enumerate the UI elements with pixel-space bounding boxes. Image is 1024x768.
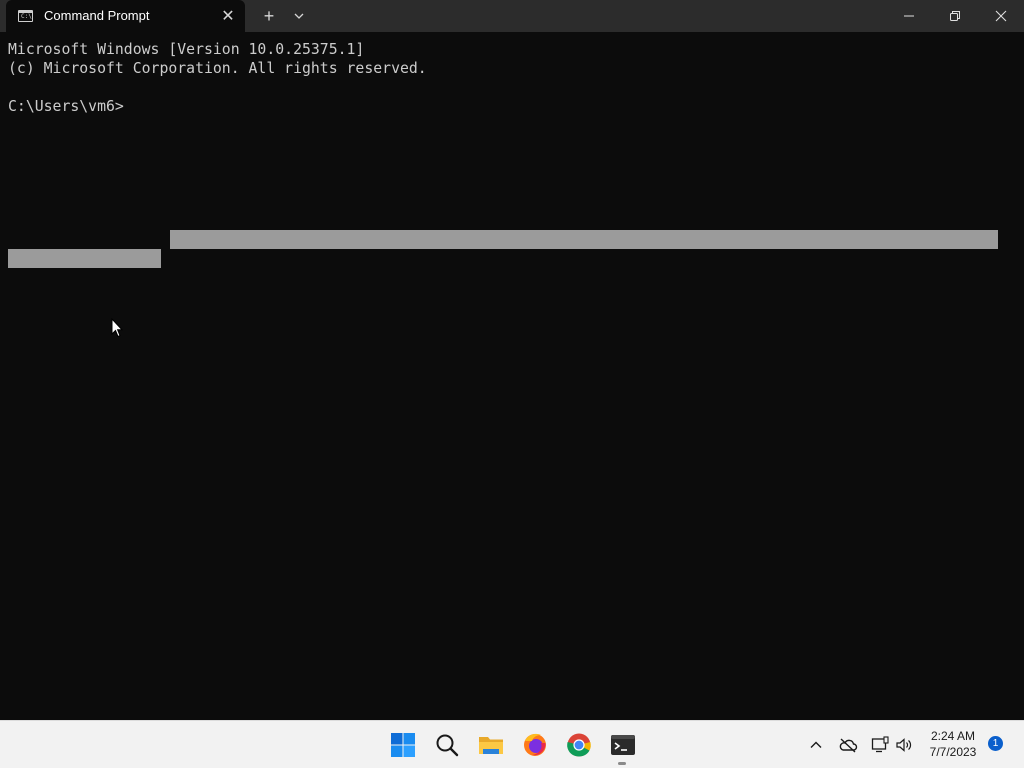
windows-start-icon — [391, 733, 415, 757]
text-selection-highlight — [8, 249, 161, 268]
search-icon — [436, 734, 459, 757]
mouse-pointer-icon — [111, 317, 124, 342]
chrome-button[interactable] — [565, 731, 593, 759]
active-app-indicator — [618, 762, 626, 765]
terminal-icon — [611, 735, 635, 755]
minimize-icon — [904, 15, 914, 17]
terminal-output[interactable]: Microsoft Windows [Version 10.0.25375.1]… — [8, 40, 1016, 116]
firefox-button[interactable] — [521, 731, 549, 759]
minimize-button[interactable] — [886, 0, 932, 32]
terminal-window: C:\ Command Prompt ✕ + Microsoft Windows… — [0, 0, 1024, 720]
close-icon — [995, 10, 1007, 22]
file-explorer-icon — [479, 737, 503, 754]
restore-icon — [950, 11, 960, 21]
chrome-icon — [567, 733, 591, 757]
title-bar[interactable]: C:\ Command Prompt ✕ + — [0, 0, 1024, 32]
show-hidden-icons-button[interactable] — [806, 735, 826, 755]
terminal-line: Microsoft Windows [Version 10.0.25375.1] — [8, 41, 365, 58]
clock-time: 2:24 AM — [930, 729, 976, 743]
new-tab-button[interactable]: + — [258, 5, 280, 27]
volume-icon — [896, 738, 912, 752]
text-selection-highlight — [170, 230, 998, 249]
clock-date: 7/7/2023 — [929, 745, 977, 759]
tab-dropdown-button[interactable] — [288, 5, 310, 27]
tab-title: Command Prompt — [44, 8, 150, 23]
tab-command-prompt[interactable]: C:\ Command Prompt ✕ — [6, 0, 245, 32]
firefox-icon — [524, 733, 546, 756]
network-button[interactable] — [870, 735, 890, 755]
terminal-prompt: C:\Users\vm6> — [8, 98, 124, 115]
volume-button[interactable] — [894, 735, 914, 755]
close-window-button[interactable] — [978, 0, 1024, 32]
notification-badge[interactable]: 1 — [988, 736, 1003, 751]
file-explorer-button[interactable] — [477, 731, 505, 759]
network-icon — [871, 736, 889, 753]
search-button[interactable] — [433, 731, 461, 759]
taskbar: 2:24 AM 7/7/2023 — [0, 720, 1024, 768]
chevron-up-icon — [810, 741, 822, 748]
clock[interactable]: 2:24 AM 7/7/2023 — [918, 728, 988, 760]
command-prompt-icon: C:\ — [18, 10, 33, 22]
chevron-down-icon — [294, 13, 304, 19]
onedrive-button[interactable] — [838, 735, 858, 755]
start-button[interactable] — [389, 731, 417, 759]
onedrive-offline-icon — [839, 738, 858, 753]
close-tab-button[interactable]: ✕ — [218, 6, 238, 26]
restore-button[interactable] — [932, 0, 978, 32]
terminal-button[interactable] — [609, 731, 637, 759]
terminal-line: (c) Microsoft Corporation. All rights re… — [8, 60, 427, 77]
